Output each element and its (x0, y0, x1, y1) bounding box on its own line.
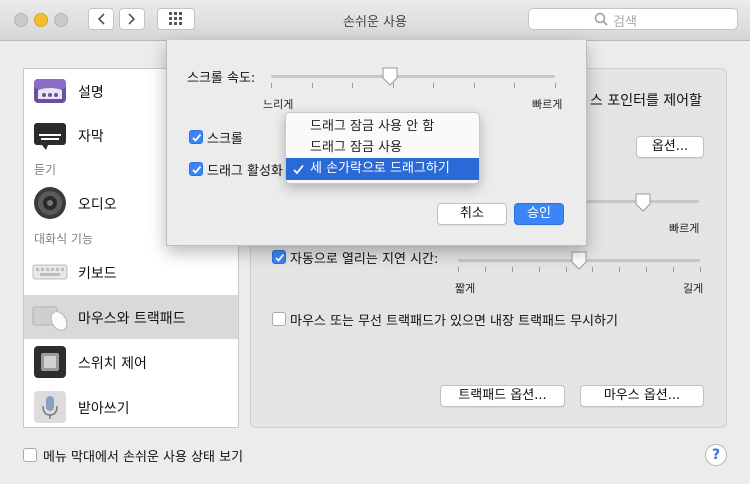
trackpad-options-button[interactable]: 트랙패드 옵션... (440, 385, 565, 407)
slider-tick (311, 83, 313, 88)
sidebar-section-header: 듣기 (34, 163, 57, 177)
spring-long-label: 길게 (683, 282, 704, 295)
scroll-slow-label: 느리게 (263, 98, 294, 111)
slider-tick (484, 267, 486, 272)
mouse-trackpad-icon (32, 306, 68, 331)
options-button[interactable]: 옵션... (636, 136, 704, 158)
scroll-speed-label: 스크롤 속도: (187, 71, 256, 86)
spring-loading-label: 자동으로 열리는 지연 시간: (290, 252, 439, 267)
checkmark-icon (192, 133, 202, 142)
slider-tick (555, 83, 556, 88)
search-icon (594, 12, 608, 26)
sidebar-item-label: 마우스와 트랙패드 (78, 311, 186, 327)
search-placeholder: 검색 (613, 15, 637, 30)
drag-checkbox[interactable] (189, 162, 203, 176)
checkmark-icon (275, 253, 285, 262)
slider-tick (458, 267, 459, 272)
menu-item-drag-lock[interactable]: 드래그 잠금 사용 (286, 137, 479, 159)
scroll-checkbox-label: 스크롤 (207, 132, 243, 147)
slider-tick (433, 83, 435, 88)
slider-tick (511, 267, 513, 272)
help-button[interactable]: ? (705, 444, 727, 466)
title-bar: 손쉬운 사용 검색 (0, 0, 750, 41)
slider-tick (700, 267, 701, 272)
sidebar-item-switch-control[interactable]: 스위치 제어 (24, 340, 238, 384)
slider-tick (271, 83, 272, 88)
scroll-fast-label: 빠르게 (532, 98, 563, 111)
keyboard-icon (32, 264, 68, 280)
spring-short-label: 짧게 (455, 282, 476, 295)
menu-item-label: 드래그 잠금 사용 (310, 140, 402, 155)
sidebar-item-label: 설명 (78, 85, 104, 101)
slider-tick (619, 267, 621, 272)
sidebar-item-label: 자막 (78, 129, 104, 145)
speaker-icon (34, 187, 66, 219)
switch-control-icon (34, 346, 66, 378)
scroll-speed-track (271, 75, 555, 78)
microphone-icon (34, 391, 66, 423)
show-status-label: 메뉴 막대에서 손쉬운 사용 상태 보기 (43, 450, 244, 465)
slider-tick (352, 83, 354, 88)
sidebar-item-label: 오디오 (78, 197, 117, 213)
spring-delay-knob[interactable] (571, 251, 587, 271)
sidebar-item-keyboard[interactable]: 키보드 (24, 250, 238, 294)
captions-icon (34, 123, 66, 150)
menu-item-no-drag-lock[interactable]: 드래그 잠금 사용 안 함 (286, 116, 479, 138)
sidebar-section-header: 대화식 기능 (34, 232, 94, 246)
slider-tick (514, 83, 516, 88)
sidebar-item-label: 받아쓰기 (78, 401, 130, 417)
slider-tick (673, 267, 675, 272)
sidebar-item-dictation[interactable]: 받아쓰기 (24, 385, 238, 427)
cancel-button[interactable]: 취소 (437, 203, 507, 225)
sidebar-item-label: 스위치 제어 (78, 356, 147, 372)
description-icon (34, 79, 66, 103)
checkmark-icon (293, 164, 304, 175)
slider-tick (538, 267, 540, 272)
ok-button[interactable]: 승인 (514, 203, 564, 225)
double-click-fast-label: 빠르게 (669, 222, 700, 235)
help-icon: ? (711, 447, 721, 463)
menu-item-label: 드래그 잠금 사용 안 함 (310, 119, 435, 134)
slider-tick (473, 83, 475, 88)
double-click-speed-knob[interactable] (635, 193, 651, 213)
sidebar-item-label: 키보드 (78, 266, 117, 282)
pointer-description-text: 스 포인터를 제어할 (590, 93, 702, 109)
ignore-trackpad-label: 마우스 또는 무선 트랙패드가 있으면 내장 트랙패드 무시하기 (290, 314, 618, 329)
scroll-checkbox[interactable] (189, 130, 203, 144)
drag-checkbox-label: 드래그 활성화 (207, 164, 283, 179)
menu-item-three-finger-drag[interactable]: 세 손가락으로 드래그하기 (286, 158, 479, 180)
spring-loading-checkbox[interactable] (272, 250, 286, 264)
scroll-speed-knob[interactable] (382, 67, 398, 87)
slider-tick (565, 267, 567, 272)
drag-style-menu: 드래그 잠금 사용 안 함 드래그 잠금 사용 세 손가락으로 드래그하기 (285, 112, 480, 184)
search-field[interactable]: 검색 (528, 8, 738, 30)
menu-item-label: 세 손가락으로 드래그하기 (310, 161, 450, 176)
slider-tick (592, 267, 594, 272)
checkmark-icon (192, 165, 202, 174)
sidebar-item-mouse-trackpad[interactable]: 마우스와 트랙패드 (24, 295, 238, 339)
show-status-checkbox[interactable] (23, 448, 37, 462)
ignore-trackpad-checkbox[interactable] (272, 312, 286, 326)
slider-tick (646, 267, 648, 272)
mouse-options-button[interactable]: 마우스 옵션... (580, 385, 704, 407)
